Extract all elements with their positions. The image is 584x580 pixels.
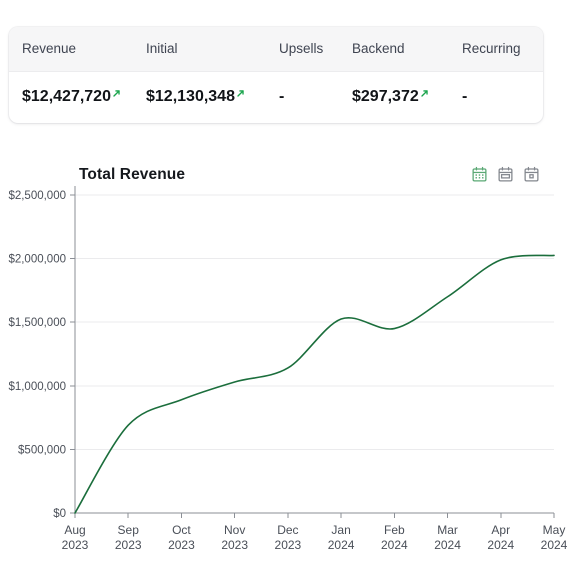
x-tick-label-year: 2023 <box>275 538 302 552</box>
x-tick-label-year: 2023 <box>168 538 195 552</box>
chart-svg: $0 $500,000 $1,000,000 $1,500,000 $2,000,000… <box>8 186 568 552</box>
cell-revenue: $12,427,720 <box>9 71 146 122</box>
x-tick-label-year: 2024 <box>541 538 568 552</box>
cell-initial: $12,130,348 <box>146 71 279 122</box>
y-tick-label: $1,000,000 <box>8 381 66 393</box>
column-header-backend: Backend <box>352 27 462 72</box>
x-tick-label-year: 2024 <box>381 538 408 552</box>
cell-upsells: - <box>279 71 352 122</box>
y-tick-label: $2,500,000 <box>8 190 66 202</box>
column-header-revenue: Revenue <box>9 27 146 72</box>
x-tick-label-month: Jan <box>331 523 350 537</box>
column-header-recurring: Recurring <box>462 27 543 72</box>
x-tick-label-year: 2023 <box>221 538 248 552</box>
chart-x-tick-labels: Aug2023Sep2023Oct2023Nov2023Dec2023Jan20… <box>62 523 568 552</box>
revenue-line-chart: $0 $500,000 $1,000,000 $1,500,000 $2,000,000… <box>0 150 584 570</box>
backend-value: $297,372 <box>352 87 419 105</box>
chart-series-group <box>74 254 555 514</box>
x-tick-label-month: Mar <box>437 523 458 537</box>
x-tick-label-year: 2024 <box>434 538 461 552</box>
trend-up-icon <box>236 86 245 102</box>
x-tick-label-month: Sep <box>118 523 140 537</box>
trend-up-icon <box>420 86 429 102</box>
column-header-upsells: Upsells <box>279 27 352 72</box>
x-tick-label-year: 2023 <box>62 538 89 552</box>
x-tick-label-month: May <box>543 523 566 537</box>
revenue-dashboard: Revenue Initial Upsells Backend Recurrin… <box>0 0 584 580</box>
upsells-value: - <box>279 87 285 105</box>
table-row: $12,427,720 $12,130,348 - $297,372 - <box>9 71 543 122</box>
revenue-summary-card: Revenue Initial Upsells Backend Recurrin… <box>9 27 543 123</box>
cell-backend: $297,372 <box>352 71 462 122</box>
x-tick-label-year: 2023 <box>115 538 142 552</box>
x-tick-label-year: 2024 <box>328 538 355 552</box>
summary-table-header: Revenue Initial Upsells Backend Recurrin… <box>9 27 543 72</box>
recurring-value: - <box>462 87 468 105</box>
summary-header-row: Revenue Initial Upsells Backend Recurrin… <box>9 27 543 72</box>
x-tick-label-month: Dec <box>277 523 298 537</box>
x-tick-label-year: 2024 <box>487 538 514 552</box>
chart-axes <box>70 186 555 518</box>
x-tick-label-month: Apr <box>491 523 510 537</box>
y-tick-label: $1,500,000 <box>8 317 66 329</box>
chart-gridlines <box>75 194 554 514</box>
trend-up-icon <box>112 86 121 102</box>
y-tick-label: $2,000,000 <box>8 254 66 266</box>
revenue-series-line <box>74 254 555 514</box>
x-tick-label-month: Feb <box>384 523 405 537</box>
x-tick-label-month: Nov <box>224 523 245 537</box>
summary-table-body: $12,427,720 $12,130,348 - $297,372 - <box>9 71 543 122</box>
total-revenue-chart-panel: Total Revenue $0 $500,000 $1,000,000 $1,… <box>0 150 584 570</box>
column-header-initial: Initial <box>146 27 279 72</box>
x-tick-label-month: Oct <box>172 523 191 537</box>
revenue-summary-table: Revenue Initial Upsells Backend Recurrin… <box>9 27 543 122</box>
revenue-value: $12,427,720 <box>22 87 111 105</box>
initial-value: $12,130,348 <box>146 87 235 105</box>
y-tick-label: $0 <box>53 508 66 520</box>
x-tick-label-month: Aug <box>64 523 85 537</box>
y-tick-label: $500,000 <box>18 444 66 456</box>
cell-recurring: - <box>462 71 543 122</box>
chart-y-tick-labels: $0 $500,000 $1,000,000 $1,500,000 $2,000,000… <box>8 190 66 520</box>
